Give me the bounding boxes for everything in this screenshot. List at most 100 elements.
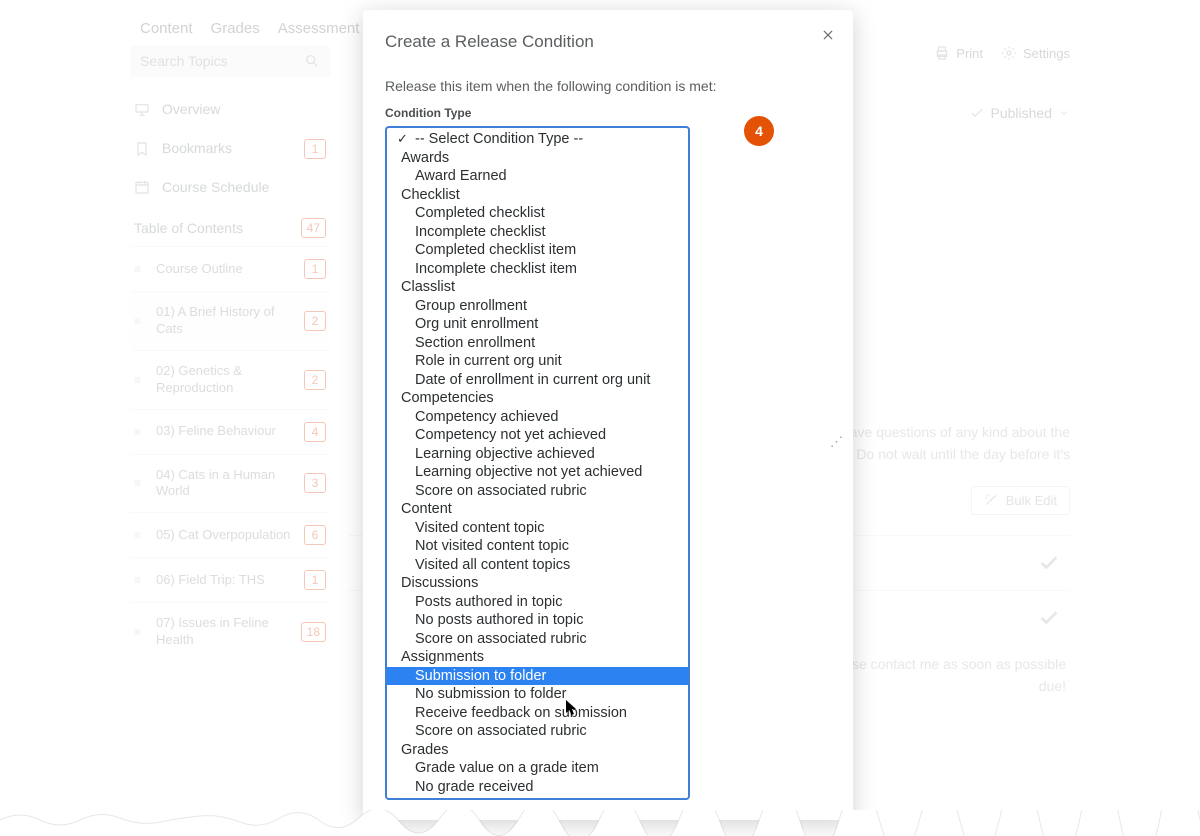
toc-item-label: 06) Field Trip: THS <box>156 572 294 589</box>
presentation-icon <box>134 102 150 118</box>
select-option[interactable]: Completed checklist <box>387 204 688 223</box>
toc-item[interactable]: ≡ 01) A Brief History of Cats 2 <box>130 291 330 350</box>
count-badge: 1 <box>304 570 326 590</box>
resize-handle-icon[interactable]: ⋰ <box>830 434 843 450</box>
select-option[interactable]: Visited content topic <box>387 519 688 538</box>
search-icon <box>304 53 320 69</box>
select-optgroup: Grades <box>387 741 688 760</box>
gear-icon <box>1001 45 1017 61</box>
select-option[interactable]: Incomplete checklist item <box>387 260 688 279</box>
drag-handle-icon[interactable]: ≡ <box>134 528 146 542</box>
modal-subtitle: Release this item when the following con… <box>385 78 831 94</box>
condition-type-select[interactable]: -- Select Condition Type --AwardsAward E… <box>385 126 690 800</box>
nav-course-schedule[interactable]: Course Schedule <box>130 169 330 207</box>
select-option[interactable]: Score on associated rubric <box>387 722 688 741</box>
toc-item[interactable]: ≡ 02) Genetics & Reproduction 2 <box>130 350 330 409</box>
drag-handle-icon[interactable]: ≡ <box>134 425 146 439</box>
bookmark-icon <box>134 141 150 157</box>
toc-item-label: Course Outline <box>156 261 294 278</box>
select-option[interactable]: Completed checklist item <box>387 241 688 260</box>
drag-handle-icon[interactable]: ≡ <box>134 373 146 387</box>
toc-item-label: 03) Feline Behaviour <box>156 423 294 440</box>
select-option[interactable]: Visited all content topics <box>387 556 688 575</box>
toc-heading[interactable]: Table of Contents 47 <box>130 206 330 246</box>
select-option[interactable]: Section enrollment <box>387 334 688 353</box>
count-badge: 6 <box>304 525 326 545</box>
drag-handle-icon[interactable]: ≡ <box>134 262 146 276</box>
count-badge: 1 <box>304 139 326 159</box>
select-optgroup: Content <box>387 500 688 519</box>
select-option[interactable]: Award Earned <box>387 167 688 186</box>
select-option[interactable]: Incomplete checklist <box>387 223 688 242</box>
tab-grades[interactable]: Grades <box>211 20 260 37</box>
sidebar: Search Topics Overview Bookmarks 1 Cours… <box>130 45 330 698</box>
count-badge: 47 <box>301 218 326 238</box>
tab-content[interactable]: Content <box>140 20 193 37</box>
drag-handle-icon[interactable]: ≡ <box>134 476 146 490</box>
toc-item[interactable]: ≡07) Issues in Feline Health18 <box>130 602 330 661</box>
step-indicator: 4 <box>744 116 774 146</box>
select-option[interactable]: Score on associated rubric <box>387 630 688 649</box>
published-dropdown[interactable]: Published <box>969 105 1071 121</box>
select-option[interactable]: Date of enrollment in current org unit <box>387 371 688 390</box>
select-option[interactable]: No submission to folder <box>387 685 688 704</box>
count-badge: 4 <box>304 422 326 442</box>
select-option[interactable]: -- Select Condition Type -- <box>387 130 688 149</box>
select-option[interactable]: Receive feedback on submission <box>387 704 688 723</box>
select-optgroup: Awards <box>387 149 688 168</box>
select-optgroup: Classlist <box>387 278 688 297</box>
drag-handle-icon[interactable]: ≡ <box>134 573 146 587</box>
count-badge: 2 <box>304 311 326 331</box>
bulk-edit-button[interactable]: Bulk Edit <box>971 486 1070 515</box>
close-button[interactable] <box>821 28 835 45</box>
select-option[interactable]: Learning objective not yet achieved <box>387 463 688 482</box>
toc-item[interactable]: ≡Course Outline1 <box>130 246 330 291</box>
select-option[interactable]: Score on associated rubric <box>387 482 688 501</box>
toc-item[interactable]: ≡04) Cats in a Human World3 <box>130 454 330 513</box>
chevron-down-icon <box>1058 107 1070 119</box>
toc-item[interactable]: ≡ 03) Feline Behaviour 4 <box>130 409 330 454</box>
select-option[interactable]: Role in current org unit <box>387 352 688 371</box>
select-option[interactable]: No posts authored in topic <box>387 611 688 630</box>
select-optgroup: Assignments <box>387 648 688 667</box>
select-option[interactable]: Org unit enrollment <box>387 315 688 334</box>
search-topics-input[interactable]: Search Topics <box>130 45 330 77</box>
toc-item[interactable]: ≡ 06) Field Trip: THS 1 <box>130 557 330 602</box>
select-optgroup: Competencies <box>387 389 688 408</box>
select-option[interactable]: Grade value on a grade item <box>387 759 688 778</box>
torn-edge-decoration <box>0 810 1200 836</box>
settings-button[interactable]: Settings <box>1001 45 1070 61</box>
toc-item-label: 02) Genetics & Reproduction <box>156 363 294 397</box>
select-option[interactable]: Competency achieved <box>387 408 688 427</box>
select-optgroup: Discussions <box>387 574 688 593</box>
select-option[interactable]: Group enrollment <box>387 297 688 316</box>
wand-icon <box>984 493 998 507</box>
select-option[interactable]: Not visited content topic <box>387 537 688 556</box>
nav-bookmarks[interactable]: Bookmarks 1 <box>130 129 330 169</box>
nav-overview[interactable]: Overview <box>130 91 330 129</box>
toc-item-label: 01) A Brief History of Cats <box>156 304 294 338</box>
select-option[interactable]: Posts authored in topic <box>387 593 688 612</box>
select-optgroup: Checklist <box>387 186 688 205</box>
select-option[interactable]: No grade received <box>387 778 688 797</box>
drag-handle-icon[interactable]: ≡ <box>134 625 146 639</box>
calendar-icon <box>134 179 150 195</box>
toc-item[interactable]: ≡ 05) Cat Overpopulation 6 <box>130 512 330 557</box>
select-option[interactable]: Learning objective achieved <box>387 445 688 464</box>
modal-title: Create a Release Condition <box>385 32 831 52</box>
toc-item-label: 07) Issues in Feline Health <box>156 615 291 649</box>
close-icon <box>821 28 835 42</box>
checkmark-icon <box>1038 607 1060 629</box>
print-icon <box>934 45 950 61</box>
select-option[interactable]: Competency not yet achieved <box>387 426 688 445</box>
modal-create-release-condition: Create a Release Condition Release this … <box>363 10 853 820</box>
select-option[interactable]: Submission to folder <box>387 667 688 686</box>
toc-item-label: 05) Cat Overpopulation <box>156 527 294 544</box>
search-placeholder: Search Topics <box>140 53 304 69</box>
drag-handle-icon[interactable]: ≡ <box>134 314 146 328</box>
print-button[interactable]: Print <box>934 45 983 61</box>
cursor-icon <box>565 699 579 717</box>
tab-assessments[interactable]: Assessment <box>278 20 360 37</box>
count-badge: 2 <box>304 370 326 390</box>
checkmark-icon <box>1038 552 1060 574</box>
